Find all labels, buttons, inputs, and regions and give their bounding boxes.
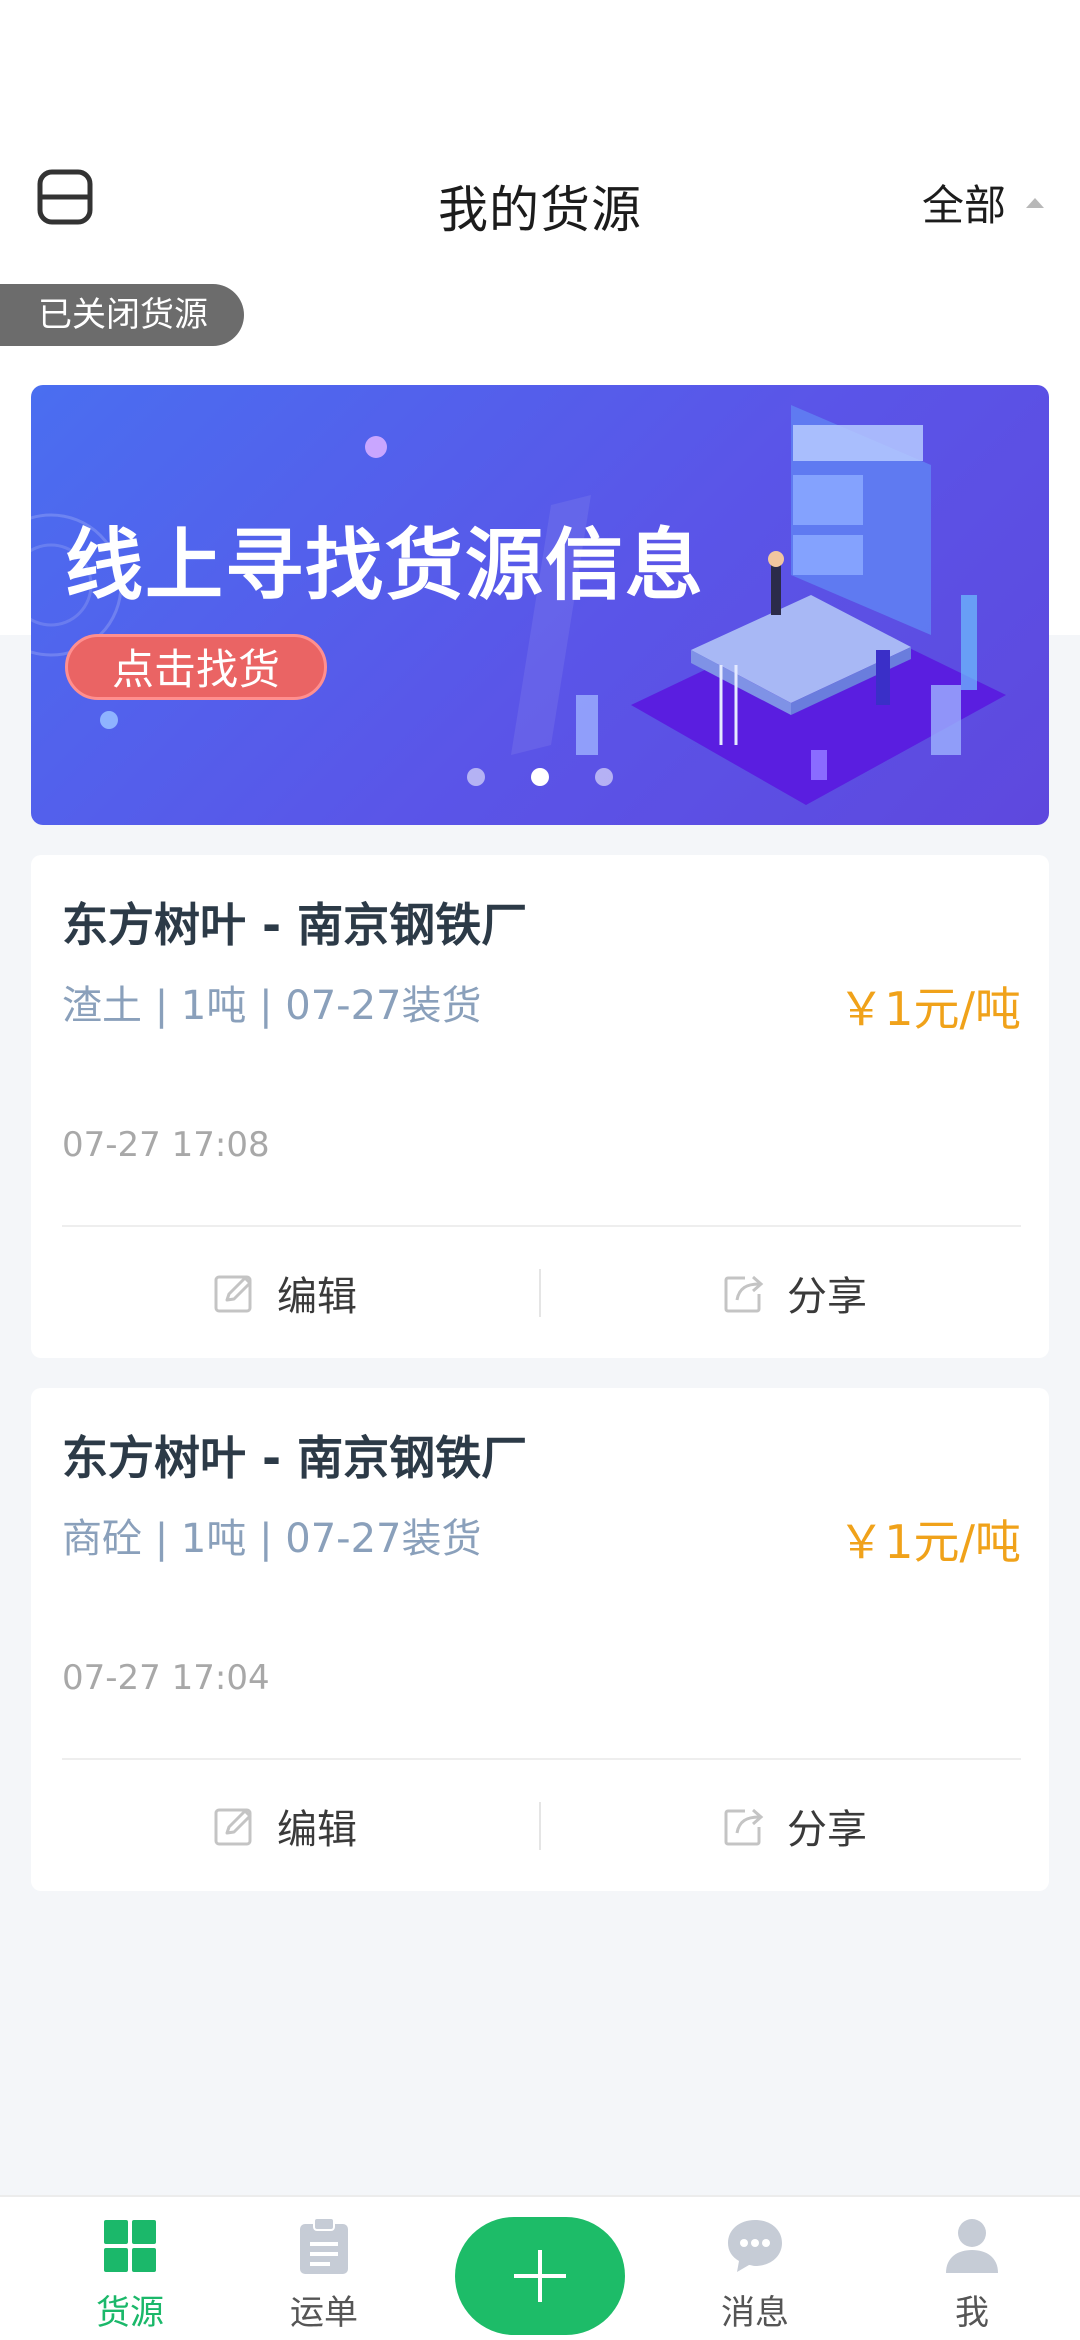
nav-item-cargo[interactable]: 货源 <box>50 2215 210 2334</box>
edit-icon <box>214 1808 252 1845</box>
nav-item-profile[interactable]: 我 <box>892 2215 1052 2334</box>
cargo-card[interactable]: 东方树叶 - 南京钢铁厂 渣土 | 1吨 | 07-27装货 ￥1元/吨 07-… <box>31 855 1049 1358</box>
clipboard-icon <box>300 2217 348 2274</box>
carousel-dot[interactable] <box>467 768 485 786</box>
closed-sources-button[interactable]: 已关闭货源 <box>0 284 244 346</box>
edit-icon <box>214 1275 252 1312</box>
share-label: 分享 <box>787 1273 867 1320</box>
grid-icon <box>104 2220 156 2272</box>
edit-label: 编辑 <box>277 1806 357 1853</box>
nav-item-waybill[interactable]: 运单 <box>244 2215 404 2334</box>
carousel-dot-active[interactable] <box>531 768 549 786</box>
card-actions: 编辑 分享 <box>31 1760 1049 1891</box>
carousel-indicator <box>31 768 1049 786</box>
nav-label: 我 <box>955 2293 989 2333</box>
price-label: ￥1元/吨 <box>838 1515 1021 1569</box>
promo-banner[interactable]: 线上寻找货源信息 点击找货 <box>31 385 1049 825</box>
share-button[interactable]: 分享 <box>541 1797 1049 1855</box>
edit-label: 编辑 <box>277 1273 357 1320</box>
share-icon <box>724 1275 764 1312</box>
edit-button[interactable]: 编辑 <box>31 1264 539 1322</box>
share-label: 分享 <box>787 1806 867 1853</box>
cargo-meta: 商砼 | 1吨 | 07-27装货 <box>62 1516 482 1562</box>
post-time: 07-27 17:08 <box>62 1125 270 1165</box>
find-goods-button[interactable]: 点击找货 <box>65 634 327 700</box>
carousel-dot[interactable] <box>595 768 613 786</box>
nav-label: 运单 <box>290 2293 358 2333</box>
nav-label: 货源 <box>96 2293 164 2333</box>
post-time: 07-27 17:04 <box>62 1658 270 1698</box>
nav-item-messages[interactable]: 消息 <box>675 2215 835 2334</box>
chat-bubble-icon <box>728 2220 782 2272</box>
add-cargo-button[interactable] <box>455 2217 625 2335</box>
edit-button[interactable]: 编辑 <box>31 1797 539 1855</box>
route-title: 东方树叶 - 南京钢铁厂 <box>62 898 528 952</box>
share-button[interactable]: 分享 <box>541 1264 1049 1322</box>
price-label: ￥1元/吨 <box>838 982 1021 1036</box>
cargo-meta: 渣土 | 1吨 | 07-27装货 <box>62 983 482 1029</box>
cargo-card[interactable]: 东方树叶 - 南京钢铁厂 商砼 | 1吨 | 07-27装货 ￥1元/吨 07-… <box>31 1388 1049 1891</box>
plus-icon <box>514 2250 566 2302</box>
banner-title: 线上寻找货源信息 <box>65 521 706 611</box>
filter-label: 全部 <box>921 181 1006 230</box>
app-header: 我的货源 全部 <box>0 150 1080 250</box>
page-title: 我的货源 <box>438 181 642 239</box>
caret-up-icon <box>1026 197 1044 208</box>
share-icon <box>724 1808 764 1845</box>
person-icon <box>946 2219 998 2273</box>
route-title: 东方树叶 - 南京钢铁厂 <box>62 1431 528 1485</box>
nav-label: 消息 <box>721 2293 789 2333</box>
filter-dropdown[interactable]: 全部 <box>922 172 1044 233</box>
card-actions: 编辑 分享 <box>31 1227 1049 1358</box>
bottom-navigation: 货源 运单 消息 我 <box>0 2195 1080 2340</box>
